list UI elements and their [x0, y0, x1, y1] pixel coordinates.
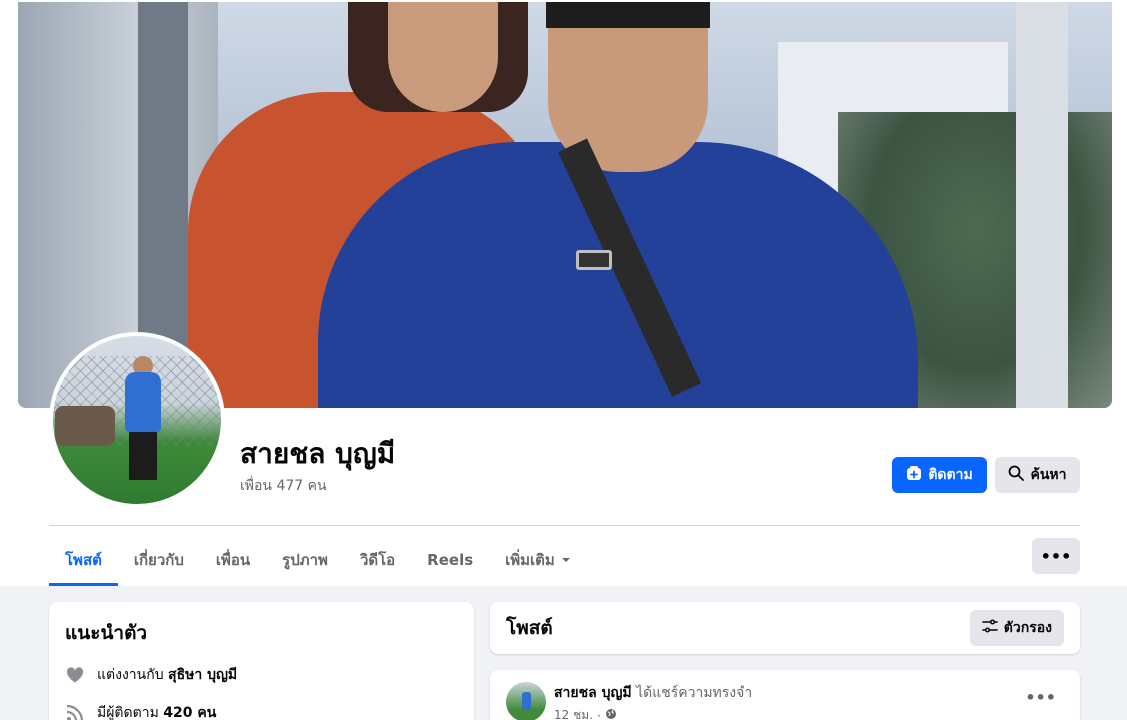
search-button[interactable]: ค้นหา [995, 457, 1080, 493]
search-label: ค้นหา [1030, 467, 1067, 483]
followers-row: มีผู้ติดตาม 420 คน [65, 702, 458, 720]
married-row: แต่งงานกับ สุธิษา บุญมี [65, 664, 458, 686]
tab-photos[interactable]: รูปภาพ [266, 534, 344, 586]
profile-tabs: โพสต์ เกี่ยวกับ เพื่อน รูปภาพ วิดีโอ Ree… [49, 534, 587, 586]
add-friend-icon [906, 465, 922, 485]
profile-avatar[interactable] [49, 332, 225, 508]
filter-label: ตัวกรอง [1003, 620, 1052, 636]
tab-more[interactable]: เพิ่มเติม [489, 534, 587, 586]
search-icon [1008, 465, 1025, 485]
tab-friends[interactable]: เพื่อน [200, 534, 266, 586]
more-dots-icon: ••• [1040, 546, 1072, 566]
globe-icon [605, 708, 617, 720]
intro-title: แนะนำตัว [65, 622, 148, 644]
intro-card: แนะนำตัว แต่งงานกับ สุธิษา บุญมี มีผู้ติ… [49, 602, 474, 720]
profile-name: สายชล บุญมี [240, 437, 396, 470]
profile-header: สายชล บุญมี เพื่อน 477 คน ติดตาม ค้นหา โ… [0, 0, 1127, 586]
posts-title: โพสต์ [506, 617, 553, 639]
tab-videos[interactable]: วิดีโอ [344, 534, 411, 586]
filter-button[interactable]: ตัวกรอง [969, 610, 1064, 646]
follow-button[interactable]: ติดตาม [892, 457, 987, 493]
tab-reels[interactable]: Reels [411, 534, 489, 586]
heart-icon [65, 665, 85, 685]
friends-count[interactable]: เพื่อน 477 คน [240, 475, 327, 497]
follow-label: ติดตาม [928, 467, 973, 483]
strap-buckle [576, 250, 612, 270]
tab-about[interactable]: เกี่ยวกับ [118, 534, 200, 586]
posts-header-card: โพสต์ ตัวกรอง [490, 602, 1080, 654]
chevron-down-icon [561, 551, 571, 569]
post-author-name[interactable]: สายชล บุญมี [554, 685, 632, 701]
more-options-button[interactable]: ••• [1032, 538, 1080, 574]
followers-count[interactable]: 420 คน [163, 705, 216, 720]
spouse-link[interactable]: สุธิษา บุญมี [168, 667, 237, 683]
cover-pillar-right [1016, 2, 1068, 408]
post-more-dots-icon[interactable]: ••• [1025, 688, 1056, 707]
post-action-text: ได้แชร์ความทรงจำ [636, 685, 753, 701]
post-card: สายชล บุญมี ได้แชร์ความทรงจำ 12 ชม. · ••… [490, 670, 1080, 720]
post-timestamp[interactable]: 12 ชม. [554, 706, 593, 720]
rss-icon [65, 703, 85, 720]
post-author-avatar[interactable] [506, 682, 546, 720]
filter-icon [981, 618, 998, 638]
tab-posts[interactable]: โพสต์ [49, 534, 118, 586]
header-divider [49, 525, 1080, 526]
